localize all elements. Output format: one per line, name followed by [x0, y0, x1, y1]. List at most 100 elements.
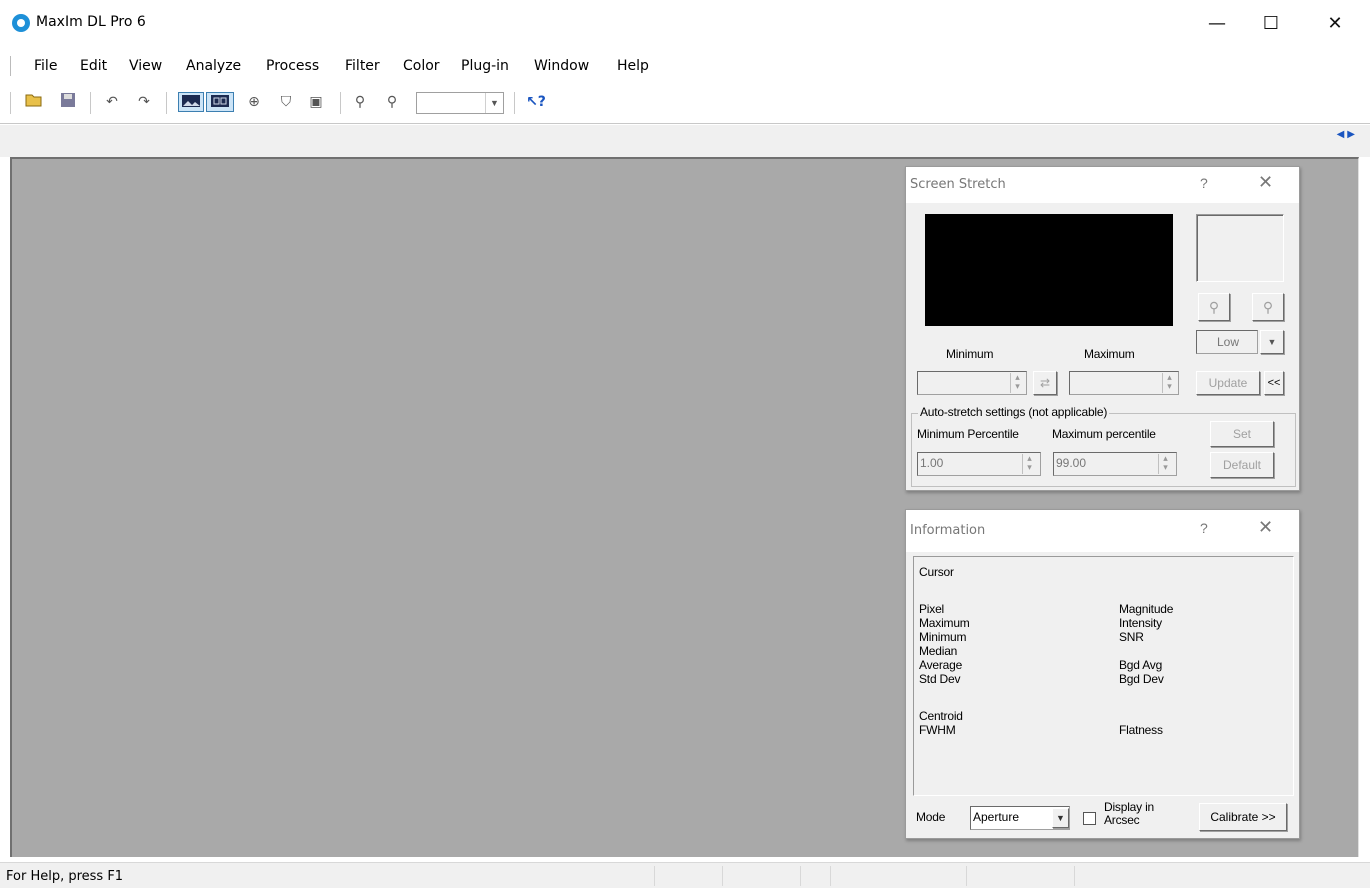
- app-logo-icon: [12, 14, 30, 32]
- intensity-label: Intensity: [1119, 616, 1162, 630]
- zoom-in-icon[interactable]: ⚲: [350, 92, 370, 112]
- maximum-spinner[interactable]: ▴ ▾: [1162, 373, 1176, 393]
- information-title: Information: [910, 523, 986, 538]
- menu-help[interactable]: Help: [617, 58, 649, 74]
- average-label: Average: [919, 658, 963, 672]
- menu-process[interactable]: Process: [266, 58, 319, 74]
- menu-window[interactable]: Window: [534, 58, 589, 74]
- status-text: For Help, press F1: [6, 869, 124, 884]
- info-readout: Cursor Pixel Maximum Minimum Median Aver…: [913, 556, 1294, 796]
- scroll-arrows-icon[interactable]: ◀▶: [1337, 129, 1358, 140]
- help-icon[interactable]: ?: [1200, 520, 1208, 536]
- status-segment: [966, 866, 967, 886]
- status-bar: For Help, press F1: [0, 862, 1370, 888]
- flatness-label: Flatness: [1119, 723, 1163, 737]
- histogram-display[interactable]: [925, 214, 1173, 326]
- menu-bar: File Edit View Analyze Process Filter Co…: [0, 52, 1370, 80]
- stretch-view-icon[interactable]: [206, 92, 234, 112]
- collapse-button[interactable]: <<: [1264, 371, 1284, 395]
- magnitude-label: Magnitude: [1119, 602, 1174, 616]
- update-button[interactable]: Update: [1196, 371, 1260, 395]
- max-percentile-label: Maximum percentile: [1052, 427, 1156, 441]
- centroid-label: Centroid: [919, 709, 963, 723]
- maximum-label: Maximum: [1084, 347, 1135, 361]
- stretch-mode-select[interactable]: Low: [1196, 330, 1258, 354]
- close-button[interactable]: ✕: [1312, 8, 1358, 40]
- min-percentile-spinner[interactable]: ▴ ▾: [1022, 454, 1036, 474]
- menu-view[interactable]: View: [129, 58, 162, 74]
- zoom-in-button[interactable]: ⚲: [1198, 293, 1230, 321]
- mode-dropdown[interactable]: ▼: [1052, 808, 1069, 828]
- max-percentile-spinner[interactable]: ▴ ▾: [1158, 454, 1172, 474]
- pixel-label: Pixel: [919, 602, 945, 616]
- chevron-down-icon[interactable]: ▼: [485, 93, 503, 113]
- information-panel: Information ? ✕ Cursor Pixel Maximum Min…: [905, 509, 1300, 839]
- minimum-label: Minimum: [919, 630, 967, 644]
- window-title: MaxIm DL Pro 6: [36, 14, 146, 30]
- mdi-tab-strip: ◀▶: [0, 125, 1370, 157]
- display-arcsec-line1: Display in: [1104, 800, 1155, 814]
- calibrate-button[interactable]: Calibrate >>: [1199, 803, 1287, 831]
- menu-filter[interactable]: Filter: [345, 58, 380, 74]
- set-button[interactable]: Set: [1210, 421, 1274, 447]
- display-arcsec-label: Display in Arcsec: [1104, 801, 1154, 827]
- context-help-icon[interactable]: ↖?: [524, 92, 548, 112]
- menu-analyze[interactable]: Analyze: [186, 58, 241, 74]
- zoom-out-button[interactable]: ⚲: [1252, 293, 1284, 321]
- toolbar-separator: [514, 92, 515, 114]
- std-dev-label: Std Dev: [919, 672, 961, 686]
- image-view-icon[interactable]: [178, 92, 204, 112]
- toolbar-separator: [90, 92, 91, 114]
- open-folder-icon[interactable]: [24, 92, 44, 112]
- fwhm-label: FWHM: [919, 723, 956, 737]
- toolbar: ↶ ↷ ⊕ ⛉ ▣ ⚲ ⚲ ▼ ↖?: [0, 84, 1370, 124]
- toolbar-separator: [340, 92, 341, 114]
- display-arcsec-checkbox[interactable]: [1083, 812, 1096, 825]
- bgd-dev-label: Bgd Dev: [1119, 672, 1164, 686]
- minimum-label: Minimum: [946, 347, 994, 361]
- screen-stretch-panel: Screen Stretch ? ✕ ⚲ ⚲ Low ▼ Minimum Max…: [905, 166, 1300, 491]
- properties-icon[interactable]: ▣: [306, 92, 326, 112]
- display-arcsec-line2: Arcsec: [1104, 813, 1140, 827]
- help-icon[interactable]: ?: [1200, 175, 1208, 191]
- menu-file[interactable]: File: [34, 58, 57, 74]
- auto-stretch-group-label: Auto-stretch settings (not applicable): [918, 405, 1110, 419]
- undo-icon[interactable]: ↶: [102, 92, 122, 112]
- title-bar: MaxIm DL Pro 6 — ☐ ✕: [0, 0, 1370, 48]
- preview-thumbnail[interactable]: [1196, 214, 1284, 282]
- snr-label: SNR: [1119, 630, 1144, 644]
- zoom-out-icon: ⚲: [1262, 299, 1274, 315]
- maximize-button[interactable]: ☐: [1248, 8, 1294, 40]
- status-segment: [722, 866, 723, 886]
- menu-edit[interactable]: Edit: [80, 58, 107, 74]
- swap-icon[interactable]: ⇄: [1033, 371, 1057, 395]
- close-icon[interactable]: ✕: [1258, 517, 1273, 538]
- zoom-out-icon[interactable]: ⚲: [382, 92, 402, 112]
- status-segment: [830, 866, 831, 886]
- chevron-down-icon: ▼: [1056, 813, 1065, 823]
- menu-grip: [10, 56, 12, 76]
- median-label: Median: [919, 644, 958, 658]
- screen-stretch-title: Screen Stretch: [910, 177, 1006, 192]
- screen-stretch-header: Screen Stretch ? ✕: [906, 167, 1299, 203]
- zoom-combo[interactable]: ▼: [416, 92, 504, 114]
- minimize-button[interactable]: —: [1194, 8, 1240, 40]
- toolbar-separator: [166, 92, 167, 114]
- menu-plugin[interactable]: Plug-in: [461, 58, 509, 74]
- cursor-label: Cursor: [919, 565, 954, 579]
- information-header: Information ? ✕: [906, 510, 1299, 552]
- stretch-mode-dropdown[interactable]: ▼: [1260, 330, 1284, 354]
- close-icon[interactable]: ✕: [1258, 172, 1273, 193]
- chevron-down-icon: ▼: [1267, 337, 1277, 347]
- default-button[interactable]: Default: [1210, 452, 1274, 478]
- redo-icon[interactable]: ↷: [134, 92, 154, 112]
- menu-color[interactable]: Color: [403, 58, 440, 74]
- crosshair-icon[interactable]: ⊕: [244, 92, 264, 112]
- marker-icon[interactable]: ⛉: [276, 92, 296, 112]
- mode-label: Mode: [916, 810, 946, 824]
- save-disk-icon[interactable]: [58, 92, 78, 112]
- maximum-label: Maximum: [919, 616, 970, 630]
- status-segment: [654, 866, 655, 886]
- zoom-in-icon: ⚲: [1208, 299, 1220, 315]
- minimum-spinner[interactable]: ▴ ▾: [1010, 373, 1024, 393]
